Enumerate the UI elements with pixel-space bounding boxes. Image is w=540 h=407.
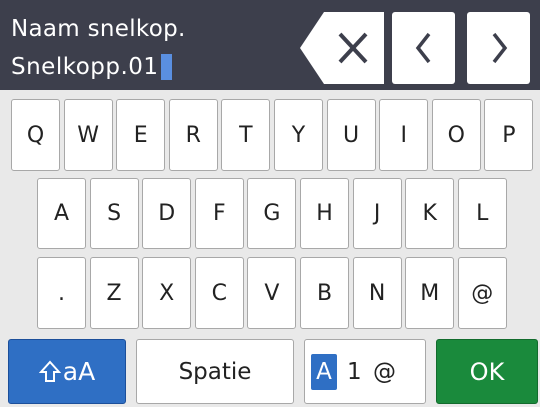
key-v[interactable]: V [247, 257, 297, 329]
key-p[interactable]: P [484, 99, 534, 171]
text-entry-field[interactable]: Snelkopp.01 [11, 54, 172, 80]
key-w[interactable]: W [63, 99, 113, 171]
key-f[interactable]: F [194, 178, 244, 249]
key-q[interactable]: Q [11, 99, 60, 171]
key-r[interactable]: R [168, 99, 218, 171]
key-a[interactable]: A [37, 178, 86, 249]
ok-label: OK [469, 357, 505, 386]
screen-title: Naam snelkop. [11, 16, 186, 42]
key-z[interactable]: Z [89, 257, 139, 329]
key-at[interactable]: @ [457, 257, 507, 329]
key-u[interactable]: U [326, 99, 376, 171]
shift-label: aA [62, 357, 96, 386]
key-l[interactable]: L [457, 178, 507, 249]
header-bar: Naam snelkop. Snelkopp.01 [0, 0, 540, 90]
key-period[interactable]: . [37, 257, 86, 329]
key-c[interactable]: C [194, 257, 244, 329]
cursor-left-button[interactable] [392, 12, 455, 84]
key-h[interactable]: H [300, 178, 349, 249]
key-k[interactable]: K [405, 178, 455, 249]
shift-case-button[interactable]: aA [8, 339, 126, 404]
key-d[interactable]: D [142, 178, 192, 249]
key-n[interactable]: N [352, 257, 402, 329]
key-i[interactable]: I [379, 99, 429, 171]
space-label: Spatie [178, 358, 252, 385]
ok-button[interactable]: OK [436, 339, 538, 404]
chevron-right-icon [492, 32, 507, 64]
mode-other-options: 1 @ [347, 358, 398, 385]
key-x[interactable]: X [142, 257, 192, 329]
key-m[interactable]: M [405, 257, 455, 329]
entry-value: Snelkopp.01 [11, 54, 159, 80]
key-b[interactable]: B [300, 257, 349, 329]
key-t[interactable]: T [221, 99, 271, 171]
text-cursor [160, 54, 172, 80]
backspace-button[interactable] [300, 12, 384, 84]
key-y[interactable]: Y [274, 99, 323, 171]
input-mode-button[interactable]: A 1 @ [304, 339, 426, 404]
key-g[interactable]: G [247, 178, 297, 249]
key-s[interactable]: S [89, 178, 139, 249]
key-e[interactable]: E [116, 99, 166, 171]
mode-active-letters: A [311, 353, 337, 390]
space-button[interactable]: Spatie [136, 339, 294, 404]
cursor-right-button[interactable] [467, 12, 530, 84]
backspace-icon [300, 12, 384, 84]
chevron-left-icon [415, 32, 430, 64]
key-j[interactable]: J [352, 178, 402, 249]
key-o[interactable]: O [431, 99, 481, 171]
shift-icon [38, 360, 61, 382]
